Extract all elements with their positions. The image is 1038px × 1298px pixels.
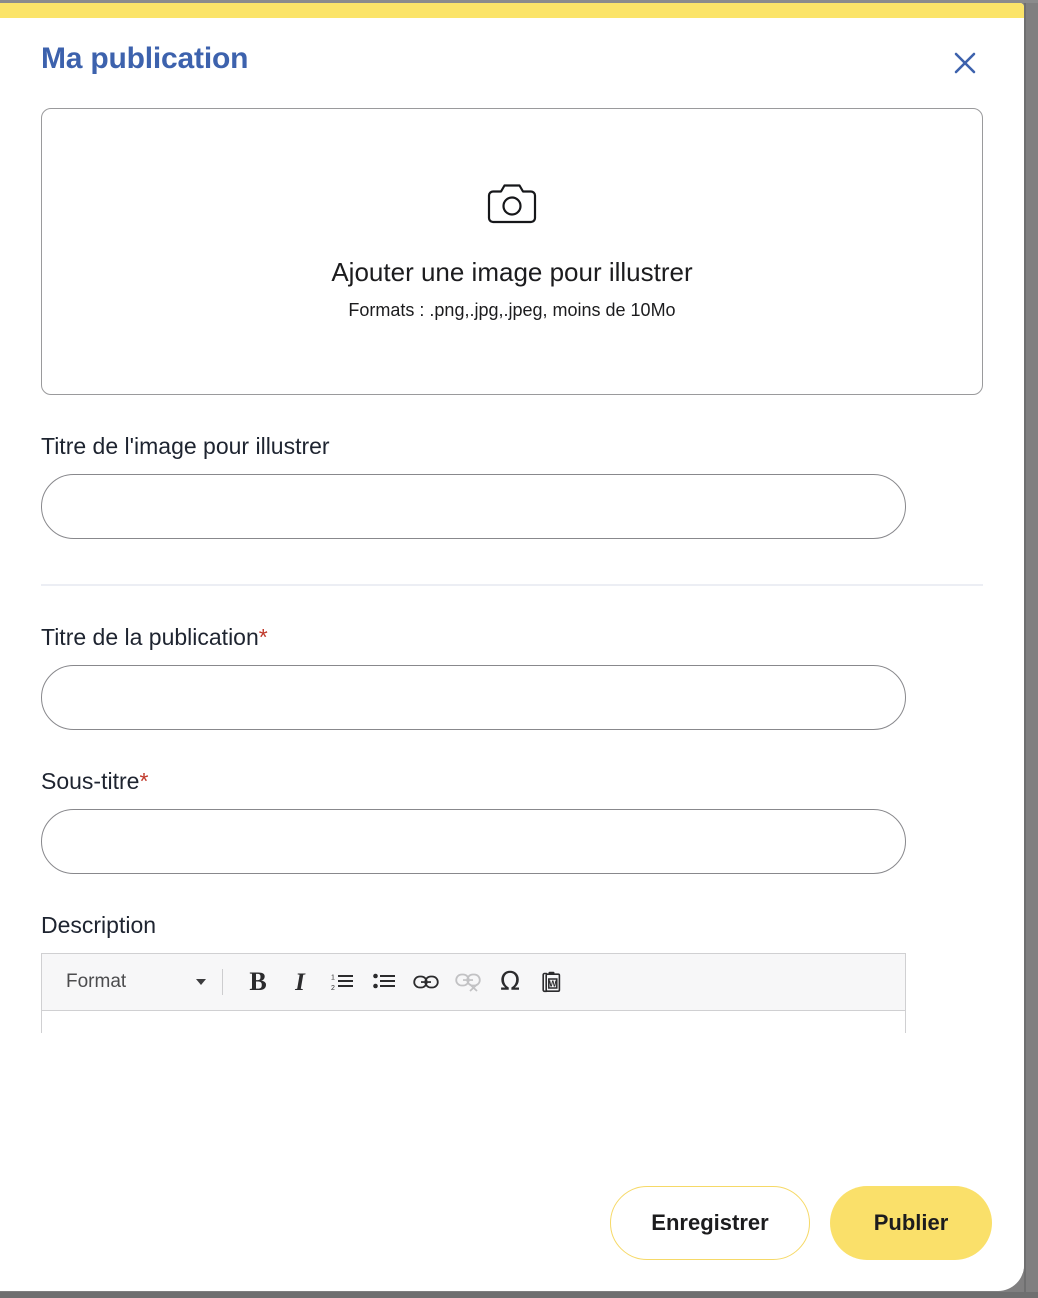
editor-toolbar: Format B I 1 2 Ω W	[42, 954, 905, 1011]
camera-icon-svg	[487, 184, 537, 224]
modal-footer: Enregistrer Publier	[0, 1173, 1024, 1273]
publication-title-label-text: Titre de la publication	[41, 624, 259, 650]
publication-title-field-block: Titre de la publication*	[41, 624, 983, 730]
svg-text:1: 1	[331, 975, 335, 982]
subtitle-field-block: Sous-titre*	[41, 768, 983, 874]
publish-button[interactable]: Publier	[830, 1186, 992, 1260]
italic-icon: I	[295, 968, 305, 996]
svg-text:2: 2	[331, 985, 335, 992]
image-dropzone[interactable]: Ajouter une image pour illustrer Formats…	[41, 108, 983, 395]
modal-top-accent-bar	[0, 3, 1024, 18]
screen-backdrop: Ma publication Ajouter une image pour il…	[0, 0, 1038, 1298]
unlink-button[interactable]	[447, 962, 489, 1002]
page-title: Ma publication	[41, 42, 249, 75]
bulleted-list-button[interactable]	[363, 962, 405, 1002]
description-field-block: Description	[41, 912, 983, 939]
window-bottom-strip	[0, 1292, 1038, 1298]
paste-from-word-button[interactable]: W	[531, 962, 573, 1002]
modal-content: Ma publication Ajouter une image pour il…	[0, 18, 1024, 1173]
modal-header: Ma publication	[32, 18, 992, 100]
numbered-list-button[interactable]: 1 2	[321, 962, 363, 1002]
format-dropdown-label: Format	[66, 971, 127, 992]
special-character-button[interactable]: Ω	[489, 962, 531, 1002]
publication-modal: Ma publication Ajouter une image pour il…	[0, 3, 1024, 1291]
dropzone-subtitle: Formats : .png,.jpg,.jpeg, moins de 10Mo	[348, 300, 676, 320]
bold-icon: B	[249, 967, 267, 996]
required-asterisk: *	[258, 624, 268, 650]
omega-icon: Ω	[500, 967, 520, 997]
toolbar-separator	[222, 969, 223, 995]
italic-button[interactable]: I	[279, 962, 321, 1002]
save-button[interactable]: Enregistrer	[610, 1186, 810, 1260]
format-dropdown[interactable]: Format	[66, 971, 220, 993]
svg-text:W: W	[549, 980, 557, 989]
subtitle-label: Sous-titre*	[41, 768, 983, 795]
bulleted-list-icon	[373, 973, 395, 989]
chevron-down-icon	[196, 979, 206, 985]
close-icon-svg	[954, 52, 976, 74]
link-button[interactable]	[405, 962, 447, 1002]
window-top-strip	[0, 0, 1038, 3]
modal-right-border	[1024, 0, 1026, 1298]
description-editor-body[interactable]	[42, 1011, 905, 1033]
section-divider	[41, 584, 983, 586]
image-title-field-block: Titre de l'image pour illustrer	[41, 433, 983, 539]
camera-icon	[486, 182, 538, 231]
required-asterisk: *	[139, 768, 149, 794]
image-title-label: Titre de l'image pour illustrer	[41, 433, 330, 459]
link-icon	[413, 975, 439, 989]
subtitle-label-text: Sous-titre	[41, 768, 140, 794]
image-title-input[interactable]	[41, 474, 906, 539]
dropzone-title: Ajouter une image pour illustrer	[331, 257, 693, 287]
subtitle-input[interactable]	[41, 809, 906, 874]
close-icon[interactable]	[948, 46, 982, 80]
publication-title-label: Titre de la publication*	[41, 624, 983, 651]
description-rich-text-editor: Format B I 1 2 Ω W	[41, 953, 906, 1033]
publication-title-input[interactable]	[41, 665, 906, 730]
bold-button[interactable]: B	[237, 962, 279, 1002]
unlink-icon	[455, 973, 481, 992]
paste-word-icon: W	[542, 971, 561, 993]
numbered-list-icon: 1 2	[331, 975, 353, 992]
description-label: Description	[41, 912, 157, 938]
